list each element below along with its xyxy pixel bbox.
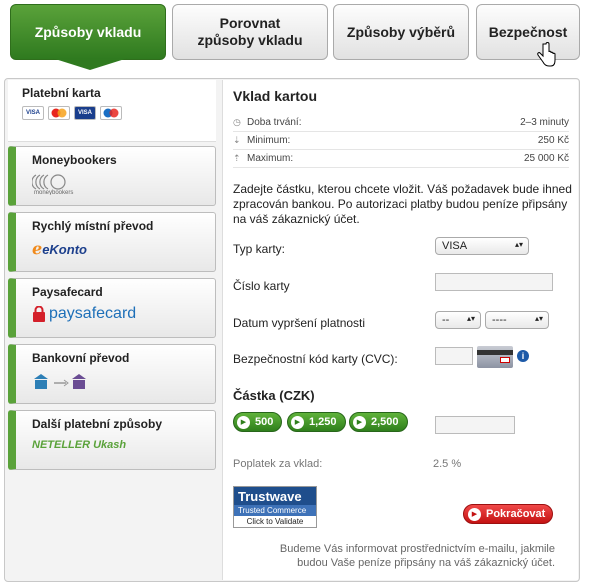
other-methods-logo-text: NETELLER Ukash xyxy=(32,439,127,451)
tab-label: Způsoby vkladu xyxy=(34,23,142,40)
sidebar-item-label: Platební karta xyxy=(22,86,101,100)
cvc-label: Bezpečnostní kód karty (CVC): xyxy=(233,352,398,366)
visa-logo-icon: VISA xyxy=(22,106,44,120)
active-tab-pointer xyxy=(52,58,128,70)
trustwave-validate: Click to Validate xyxy=(246,517,304,526)
amount-button-1250[interactable]: ▶ 1,250 xyxy=(287,412,346,432)
amount-button-label: 2,500 xyxy=(371,416,399,428)
tab-compare-methods[interactable]: Porovnat způsoby vkladu xyxy=(172,4,328,60)
arrow-down-icon: ⇣ xyxy=(233,135,241,145)
chevron-updown-icon: ▴▾ xyxy=(466,314,475,323)
mastercard-logo-icon xyxy=(48,106,70,120)
tab-security[interactable]: Bezpečnost xyxy=(476,4,580,60)
hand-cursor-icon xyxy=(537,42,556,67)
sidebar-item-label: Moneybookers xyxy=(32,153,117,167)
fee-value: 2.5 % xyxy=(433,458,462,470)
play-icon: ▶ xyxy=(468,507,481,521)
card-logos: VISA VISA xyxy=(22,106,122,120)
amount-input[interactable] xyxy=(435,416,515,434)
maestro-logo-icon xyxy=(100,106,122,120)
chevron-updown-icon: ▴▾ xyxy=(514,240,523,249)
sidebar-item-label: Další platební způsoby xyxy=(32,417,163,431)
sidebar-item-bank-transfer[interactable]: Bankovní převod xyxy=(8,344,216,404)
info-label: Doba trvání: xyxy=(247,117,302,128)
sidebar-item-card[interactable]: Platební karta VISA VISA xyxy=(8,80,216,142)
sidebar-item-label: Bankovní převod xyxy=(32,351,130,365)
tab-deposit-methods[interactable]: Způsoby vkladu xyxy=(10,4,166,60)
bank-transfer-icon xyxy=(32,371,92,396)
credit-card-back-icon xyxy=(477,346,513,368)
card-type-value: VISA xyxy=(442,240,468,252)
card-type-select[interactable]: VISA ▴▾ xyxy=(435,237,529,255)
trustwave-subtitle: Trusted Commerce xyxy=(234,505,316,516)
play-icon: ▶ xyxy=(353,415,366,429)
play-icon: ▶ xyxy=(291,415,304,429)
amount-button-label: 1,250 xyxy=(309,416,337,428)
card-number-input[interactable] xyxy=(435,273,553,291)
visa-electron-logo-icon: VISA xyxy=(74,106,96,120)
info-row-maximum: ⇡ Maximum: 25 000 Kč xyxy=(233,150,569,168)
moneybookers-logo-icon: moneybookers xyxy=(31,171,102,198)
tab-label: Způsoby výběrů xyxy=(346,23,456,40)
info-label: Minimum: xyxy=(247,135,291,146)
expiry-month-select[interactable]: -- ▴▾ xyxy=(435,311,481,329)
sidebar-item-label: Rychlý místní převod xyxy=(32,219,154,233)
cvc-input[interactable] xyxy=(435,347,473,365)
play-icon: ▶ xyxy=(237,415,250,429)
card-number-label: Číslo karty xyxy=(233,279,290,293)
info-label: Maximum: xyxy=(247,153,294,164)
expiry-month-value: -- xyxy=(442,314,450,326)
continue-label: Pokračovat xyxy=(486,508,546,520)
info-row-duration: ◷ Doba trvání: 2–3 minuty xyxy=(233,114,569,132)
continue-button[interactable]: ▶ Pokračovat xyxy=(463,504,553,524)
expiry-label: Datum vypršení platnosti xyxy=(233,316,366,330)
amount-button-500[interactable]: ▶ 500 xyxy=(233,412,283,432)
expiry-year-value: ---- xyxy=(492,314,507,326)
expiry-year-select[interactable]: ---- ▴▾ xyxy=(485,311,549,329)
info-value: 2–3 minuty xyxy=(520,117,569,128)
info-row-minimum: ⇣ Minimum: 250 Kč xyxy=(233,132,569,150)
amount-title: Částka (CZK) xyxy=(233,388,315,403)
amount-button-label: 500 xyxy=(255,416,274,428)
tab-bar: Způsoby vkladu Porovnat způsoby vkladu Z… xyxy=(0,0,592,80)
arrow-up-icon: ⇡ xyxy=(233,153,241,163)
fee-label: Poplatek za vklad: xyxy=(233,458,323,470)
neteller-ukash-logo-icon: NETELLER Ukash xyxy=(32,437,126,451)
tab-label: Bezpečnost xyxy=(488,23,568,40)
trustwave-title: Trustwave xyxy=(234,487,316,505)
sidebar-item-label: Paysafecard xyxy=(32,285,103,299)
info-value: 250 Kč xyxy=(537,135,569,146)
paysafecard-text: paysafecard xyxy=(49,305,137,322)
ekonto-logo-icon: ℯeKonto xyxy=(32,241,87,258)
sidebar-item-other-methods[interactable]: Další platební způsoby NETELLER Ukash xyxy=(8,410,216,470)
info-icon[interactable]: i xyxy=(517,350,529,362)
amount-button-2500[interactable]: ▶ 2,500 xyxy=(349,412,408,432)
card-deposit-form: Vklad kartou ◷ Doba trvání: 2–3 minuty ⇣… xyxy=(222,80,578,580)
trustwave-seal[interactable]: Trustwave Trusted Commerce Click to Vali… xyxy=(233,486,317,528)
chevron-updown-icon: ▴▾ xyxy=(534,314,543,323)
tab-label: Porovnat způsoby vkladu xyxy=(197,15,303,48)
deposit-description: Zadejte částku, kterou chcete vložit. Vá… xyxy=(233,182,572,226)
card-type-label: Typ karty: xyxy=(233,242,286,256)
page-title: Vklad kartou xyxy=(233,88,318,104)
email-notice: Budeme Vás informovat prostřednictvím e-… xyxy=(279,543,555,569)
sidebar-item-paysafecard[interactable]: Paysafecard paysafecard xyxy=(8,278,216,338)
sidebar-item-moneybookers[interactable]: Moneybookers moneybookers xyxy=(8,146,216,206)
clock-icon: ◷ xyxy=(233,117,241,127)
tab-withdrawal-methods[interactable]: Způsoby výběrů xyxy=(333,4,469,60)
ekonto-text: eKonto xyxy=(42,242,87,257)
paysafecard-logo-icon: paysafecard xyxy=(32,305,136,323)
info-value: 25 000 Kč xyxy=(523,153,569,164)
sidebar-item-local-transfer[interactable]: Rychlý místní převod ℯeKonto xyxy=(8,212,216,272)
svg-text:moneybookers: moneybookers xyxy=(34,190,73,195)
